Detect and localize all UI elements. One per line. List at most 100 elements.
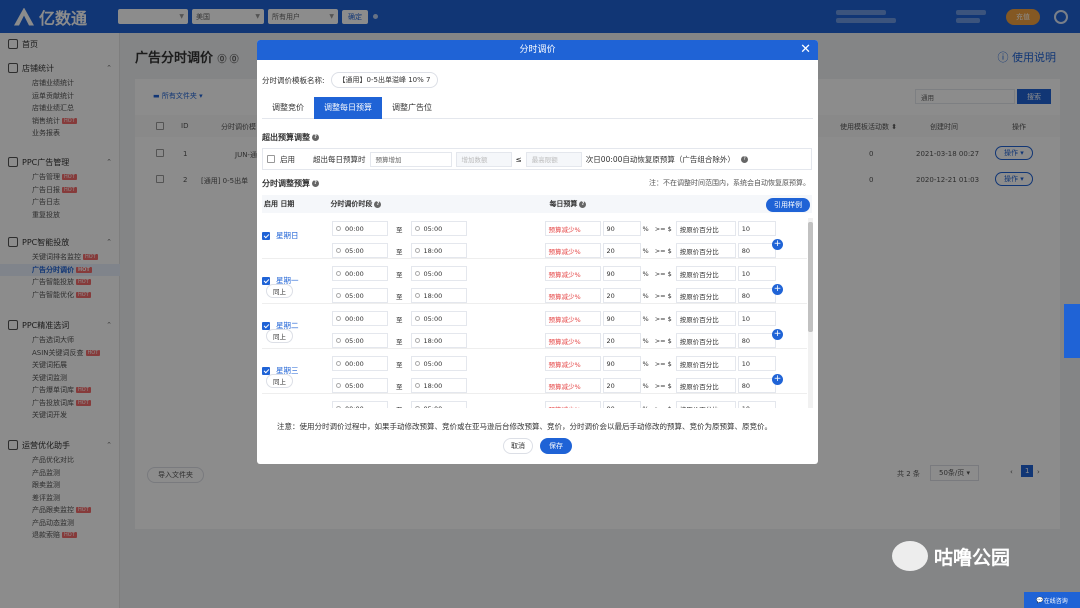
help-icon[interactable]: ?	[579, 200, 587, 208]
min-value-input[interactable]: 10	[737, 401, 776, 408]
add-slot-icon[interactable]: +	[772, 239, 783, 250]
same-as-above-button[interactable]: 同上	[266, 329, 293, 343]
basis-select[interactable]: 按原价百分比	[675, 221, 736, 236]
start-time-input[interactable]: 00:00	[332, 311, 388, 326]
basis-select[interactable]: 按原价百分比	[675, 356, 736, 371]
budget-action-select[interactable]: 预算减少%	[544, 356, 601, 371]
budget-percent-input[interactable]: 20	[602, 333, 641, 348]
clock-icon	[414, 293, 420, 298]
day-label[interactable]: 星期日	[262, 230, 299, 241]
tab-0[interactable]: 调整竞价	[262, 97, 314, 119]
start-time-input[interactable]: 05:00	[332, 288, 388, 303]
start-time-input[interactable]: 05:00	[332, 243, 388, 258]
min-value-input[interactable]: 10	[737, 266, 776, 281]
dialog-tabs: 调整竞价 调整每日预算 调整广告位	[262, 97, 813, 119]
over-max-input[interactable]: 最高限额	[525, 151, 582, 167]
end-time-input[interactable]: 18:00	[410, 243, 467, 258]
tab-1[interactable]: 调整每日预算	[314, 97, 382, 119]
budget-percent-input[interactable]: 90	[602, 401, 641, 408]
basis-select[interactable]: 按原价百分比	[675, 243, 736, 258]
help-icon[interactable]: ?	[374, 200, 382, 208]
schedule-scrollbar[interactable]	[808, 218, 813, 408]
help-icon[interactable]: ?	[312, 134, 319, 141]
help-icon[interactable]: ?	[312, 180, 319, 187]
min-value-input[interactable]: 10	[737, 221, 776, 236]
budget-percent-input[interactable]: 90	[602, 311, 641, 326]
over-amount-input[interactable]: 增加数额	[455, 151, 512, 167]
budget-action-select[interactable]: 预算减少%	[544, 333, 601, 348]
over-action-select[interactable]: 预算增加	[369, 151, 452, 167]
same-as-above-button[interactable]: 同上	[266, 374, 293, 388]
side-feedback-tab[interactable]	[1064, 304, 1080, 358]
basis-select[interactable]: 按原价百分比	[675, 401, 736, 408]
budget-percent-input[interactable]: 20	[602, 243, 641, 258]
budget-action-select[interactable]: 预算减少%	[544, 221, 601, 236]
cancel-button[interactable]: 取消	[503, 438, 533, 454]
min-value-input[interactable]: 80	[737, 378, 776, 393]
end-time-input[interactable]: 05:00	[410, 266, 467, 281]
end-time-input[interactable]: 05:00	[410, 311, 467, 326]
budget-percent-input[interactable]: 20	[602, 378, 641, 393]
budget-action: 预算减少%	[548, 292, 581, 301]
start-time-input[interactable]: 00:00	[332, 401, 388, 408]
basis-select[interactable]: 按原价百分比	[675, 378, 736, 393]
budget-percent: 20	[606, 291, 615, 300]
budget-percent-input[interactable]: 90	[602, 356, 641, 371]
compare-label: >= $	[654, 224, 672, 233]
day-name: 星期日	[276, 231, 299, 240]
min-value-input[interactable]: 10	[737, 311, 776, 326]
add-slot-icon[interactable]: +	[772, 284, 783, 295]
budget-action-select[interactable]: 预算减少%	[544, 243, 601, 258]
end-time-input[interactable]: 18:00	[410, 378, 467, 393]
start-time-input[interactable]: 05:00	[332, 378, 388, 393]
budget-action-select[interactable]: 预算减少%	[544, 378, 601, 393]
same-as-above-button[interactable]: 同上	[266, 284, 293, 298]
clock-icon	[336, 248, 341, 253]
help-icon[interactable]: ?	[740, 155, 748, 163]
online-chat-button[interactable]: 💬 在线咨询	[1024, 592, 1080, 608]
end-time: 18:00	[423, 381, 443, 390]
min-value-input[interactable]: 80	[737, 288, 776, 303]
start-time-input[interactable]: 00:00	[332, 356, 388, 371]
template-name-input[interactable]: 【通用】0-5出单溢峰 10% 7	[330, 72, 439, 88]
budget-action-select[interactable]: 预算减少%	[544, 266, 601, 281]
save-button[interactable]: 保存	[540, 438, 572, 454]
budget-percent-input[interactable]: 90	[602, 221, 641, 236]
start-time-input[interactable]: 00:00	[332, 266, 388, 281]
budget-action-select[interactable]: 预算减少%	[544, 288, 601, 303]
day-enable-checkbox[interactable]	[262, 231, 270, 240]
end-time-input[interactable]: 18:00	[410, 333, 467, 348]
start-time: 00:00	[345, 224, 364, 233]
over-budget-title: 超出预算调整?	[262, 132, 319, 143]
start-time-input[interactable]: 00:00	[332, 221, 388, 236]
end-time-input[interactable]: 05:00	[410, 401, 467, 408]
min-value-input[interactable]: 80	[737, 243, 776, 258]
min-value-input[interactable]: 10	[737, 356, 776, 371]
add-slot-icon[interactable]: +	[772, 329, 783, 340]
bottom-note: 注意：使用分时调价过程中，如果手动修改预算、竞价或在亚马逊后台修改预算、竞价，分…	[277, 422, 772, 431]
end-time-input[interactable]: 05:00	[410, 221, 467, 236]
basis-select[interactable]: 按原价百分比	[675, 311, 736, 326]
close-icon[interactable]: ✕	[800, 40, 811, 60]
basis-select[interactable]: 按原价百分比	[675, 266, 736, 281]
to-label: 至	[396, 270, 403, 279]
basis-select[interactable]: 按原价百分比	[675, 333, 736, 348]
end-time-input[interactable]: 18:00	[410, 288, 467, 303]
budget-action-select[interactable]: 预算减少%	[544, 311, 601, 326]
day-enable-checkbox[interactable]	[262, 366, 270, 375]
budget-percent-input[interactable]: 90	[602, 266, 641, 281]
tab-2[interactable]: 调整广告位	[382, 97, 442, 119]
over-enable-checkbox[interactable]	[267, 155, 275, 163]
budget-action-select[interactable]: 预算减少%	[544, 401, 601, 408]
add-slot-icon[interactable]: +	[772, 374, 783, 385]
day-enable-checkbox[interactable]	[262, 276, 270, 285]
min-value-input[interactable]: 80	[737, 333, 776, 348]
budget-percent-input[interactable]: 20	[602, 288, 641, 303]
basis: 按原价百分比	[679, 315, 719, 324]
cite-example-button[interactable]: 引用样例	[766, 198, 810, 212]
basis-select[interactable]: 按原价百分比	[675, 288, 736, 303]
start-time: 05:00	[345, 336, 364, 345]
start-time-input[interactable]: 05:00	[332, 333, 388, 348]
day-enable-checkbox[interactable]	[262, 321, 270, 330]
end-time-input[interactable]: 05:00	[410, 356, 467, 371]
